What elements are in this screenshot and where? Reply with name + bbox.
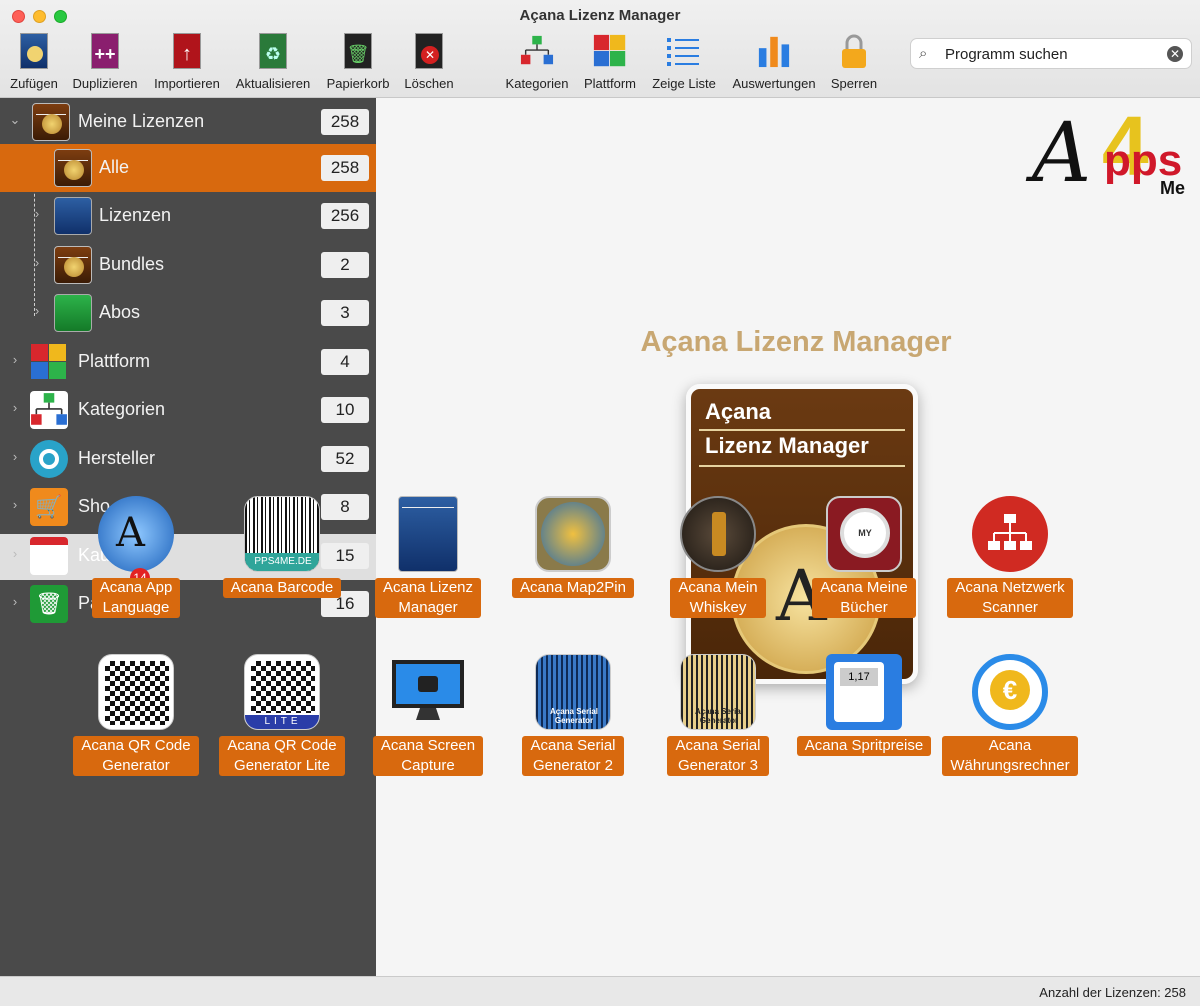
app-acana-netzwerk-scanner[interactable]: Acana Netzwerk Scanner [940,496,1080,636]
categories-button[interactable]: Kategorien [500,32,574,94]
statistics-icon [757,32,791,70]
count-badge: 4 [321,349,369,375]
add-button[interactable]: Zufügen [6,32,62,94]
sidebar-item-my-licenses[interactable]: ⌄ Meine Lizenzen 258 [0,98,376,146]
categories-icon [520,32,554,70]
chevron-right-icon[interactable]: › [30,255,44,270]
whiskey-bottle-icon [680,496,756,572]
app-acana-mein-whiskey[interactable]: Acana Mein Whiskey [648,496,788,636]
count-badge: 256 [321,203,369,229]
duplicate-icon: ++ [88,32,122,70]
chevron-right-icon[interactable]: › [30,303,44,318]
chevron-right-icon[interactable]: › [8,449,22,464]
refresh-icon: ♻ [256,32,290,70]
barcode-icon: PPS4ME.DE [244,496,320,572]
count-badge: 52 [321,446,369,472]
license-count-status: Anzahl der Lizenzen: 258 [1039,985,1186,1000]
sidebar-item-platform[interactable]: › Plattform 4 [0,338,376,386]
show-list-button[interactable]: Zeige Liste [646,32,722,94]
delete-icon: ✕ [412,32,446,70]
categories-icon [30,391,68,429]
app-acana-map2pin[interactable]: Acana Map2Pin [503,496,643,636]
count-badge: 10 [321,397,369,423]
refresh-button[interactable]: ♻ Aktualisieren [232,32,314,94]
sidebar-item-manufacturer[interactable]: › Hersteller 52 [0,435,376,483]
chevron-right-icon[interactable]: › [8,594,22,609]
window-title: Açana Lizenz Manager [519,7,681,24]
chevron-right-icon[interactable]: › [8,497,22,512]
lock-icon [837,32,871,70]
title-bar: Açana Lizenz Manager Zufügen ++ Duplizie… [0,0,1200,98]
sidebar-item-subscriptions[interactable]: › Abos 3 [0,289,376,337]
trash-icon: 🗑 [341,32,375,70]
hero-title: Açana Lizenz Manager [640,326,952,358]
network-icon [972,496,1048,572]
serial-barcode-icon: Açana Serial Generator [535,654,611,730]
platform-button[interactable]: Plattform [578,32,642,94]
globe-icon: A [98,496,174,572]
bundles-icon [54,246,92,284]
chevron-right-icon[interactable]: › [8,400,22,415]
license-manager-icon [398,496,458,572]
apps4me-logo: 4 Apps Me [1032,99,1186,201]
count-badge: 258 [321,109,369,135]
count-badge: 3 [321,300,369,326]
app-acana-spritpreise[interactable]: 1,17 Acana Spritpreise [794,654,934,794]
status-bar: Anzahl der Lizenzen: 258 [0,976,1200,1006]
app-acana-waehrungsrechner[interactable]: € Acana Währungsrechner [940,654,1080,794]
serial-barcode-icon: Açana Serial Generator [680,654,756,730]
app-acana-serial-generator-2[interactable]: Açana Serial Generator Acana Serial Gener… [503,654,643,794]
chevron-down-icon[interactable]: ⌄ [8,112,22,128]
platform-icon [30,343,68,381]
import-button[interactable]: ↑ Importieren [150,32,224,94]
books-icon: MY BOOKS [826,496,902,572]
manufacturer-gear-icon [30,440,68,478]
app-acana-screen-capture[interactable]: Acana Screen Capture [358,654,498,794]
trash-icon: 🗑 [30,585,68,623]
world-map-icon [535,496,611,572]
qr-code-icon [98,654,174,730]
license-manager-icon [32,103,70,141]
app-acana-barcode[interactable]: PPS4ME.DE Acana Barcode [212,496,352,636]
app-acana-meine-buecher[interactable]: MY BOOKS Acana MeineBücher [794,496,934,636]
search-icon: ⌕ [919,45,928,62]
import-icon: ↑ [170,32,204,70]
app-acana-serial-generator-3[interactable]: Açana Serial Generator Acana Serial Gener… [648,654,788,794]
duplicate-button[interactable]: ++ Duplizieren [68,32,142,94]
app-acana-lizenz-manager[interactable]: Acana Lizenz Manager [358,496,498,636]
chevron-right-icon[interactable]: › [8,352,22,367]
list-icon [667,32,701,70]
app-acana-qr-code-generator[interactable]: Acana QR Code Generator [66,654,206,794]
license-manager-icon [54,149,92,187]
monitor-camera-icon [390,654,466,730]
calendar-icon [30,537,68,575]
recycle-bin-button[interactable]: 🗑 Papierkorb [322,32,394,94]
add-license-icon [17,32,51,70]
euro-exchange-icon: € [972,654,1048,730]
cart-icon: 🛒 [30,488,68,526]
statistics-button[interactable]: Auswertungen [726,32,822,94]
search-field[interactable]: ⌕ Programm suchen ✕ [910,38,1192,69]
sidebar-item-licenses[interactable]: › Lizenzen 256 [0,192,376,240]
app-acana-qr-code-generator-lite[interactable]: LITE Acana QR Code Generator Lite [212,654,352,794]
sidebar-item-categories[interactable]: › Kategorien 10 [0,386,376,434]
subscriptions-icon [54,294,92,332]
qr-code-lite-icon: LITE [244,654,320,730]
licenses-icon [54,197,92,235]
delete-button[interactable]: ✕ Löschen [400,32,458,94]
chevron-right-icon[interactable]: › [8,546,22,561]
sidebar-item-all[interactable]: Alle 258 [0,144,376,192]
lock-button[interactable]: Sperren [826,32,882,94]
count-badge: 2 [321,252,369,278]
search-input[interactable]: Programm suchen [945,46,1068,63]
app-acana-app-language[interactable]: A 14 Acana AppLanguage [66,496,206,636]
sidebar-item-bundles[interactable]: › Bundles 2 [0,241,376,289]
chevron-right-icon[interactable]: › [30,206,44,221]
platform-icon [593,32,627,70]
fuel-pump-icon: 1,17 [826,654,902,730]
count-badge: 258 [321,155,369,181]
clear-search-button[interactable]: ✕ [1167,46,1183,62]
